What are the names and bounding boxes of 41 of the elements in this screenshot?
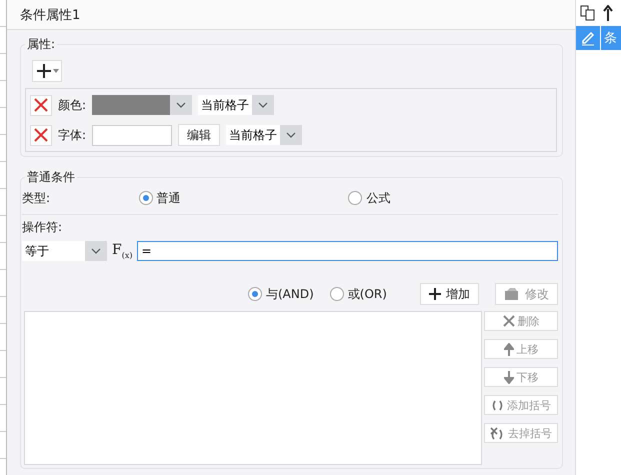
pencil-icon [580,30,596,46]
close-icon [34,98,48,112]
formula-field[interactable]: = [137,241,558,261]
arrow-up-icon[interactable] [603,5,613,21]
remove-brackets-icon [490,426,505,440]
field-label: 字体: [58,126,86,144]
caret-icon [52,69,58,73]
formula-button[interactable]: F$_{(x)}$ [112,242,132,260]
scope-dropdown[interactable]: 当前格子 [226,125,302,145]
group-legend: 普通条件 [25,169,77,186]
arrow-down-icon [504,370,514,384]
brackets-icon [491,400,504,410]
radio-option[interactable]: 普通 [138,190,181,206]
plus-icon [429,288,441,300]
close-icon [34,128,48,142]
copy-icon[interactable] [580,5,595,21]
radio-option[interactable]: 公式 [348,190,390,206]
caret-icon [91,248,101,254]
scope-dropdown[interactable]: 当前格子 [198,95,274,115]
radio-option[interactable]: 或(OR) [330,286,387,302]
group-legend: 属性: [25,36,58,53]
operator-label: 操作符: [22,219,64,236]
dialog-title: 条件属性1 [20,6,80,24]
add-button[interactable]: 增加 [420,283,479,305]
edit-icon [504,288,520,300]
plus-icon [36,63,52,79]
radio-option[interactable]: 与(AND) [248,286,314,302]
edit-button[interactable]: 编辑 [178,124,220,146]
font-field[interactable] [92,124,172,146]
color-dropdown[interactable] [92,95,192,115]
arrow-up-icon [504,342,514,356]
caret-icon [258,102,268,108]
caret-icon [286,132,296,138]
remove-button[interactable] [30,124,52,146]
add-attribute-button[interactable] [32,60,62,82]
operator-dropdown[interactable]: 等于 [22,241,107,261]
close-icon [502,315,514,327]
caret-icon [176,102,186,108]
remove-button[interactable] [30,94,52,116]
field-label: 颜色: [58,96,86,114]
type-label: 类型: [22,190,52,206]
